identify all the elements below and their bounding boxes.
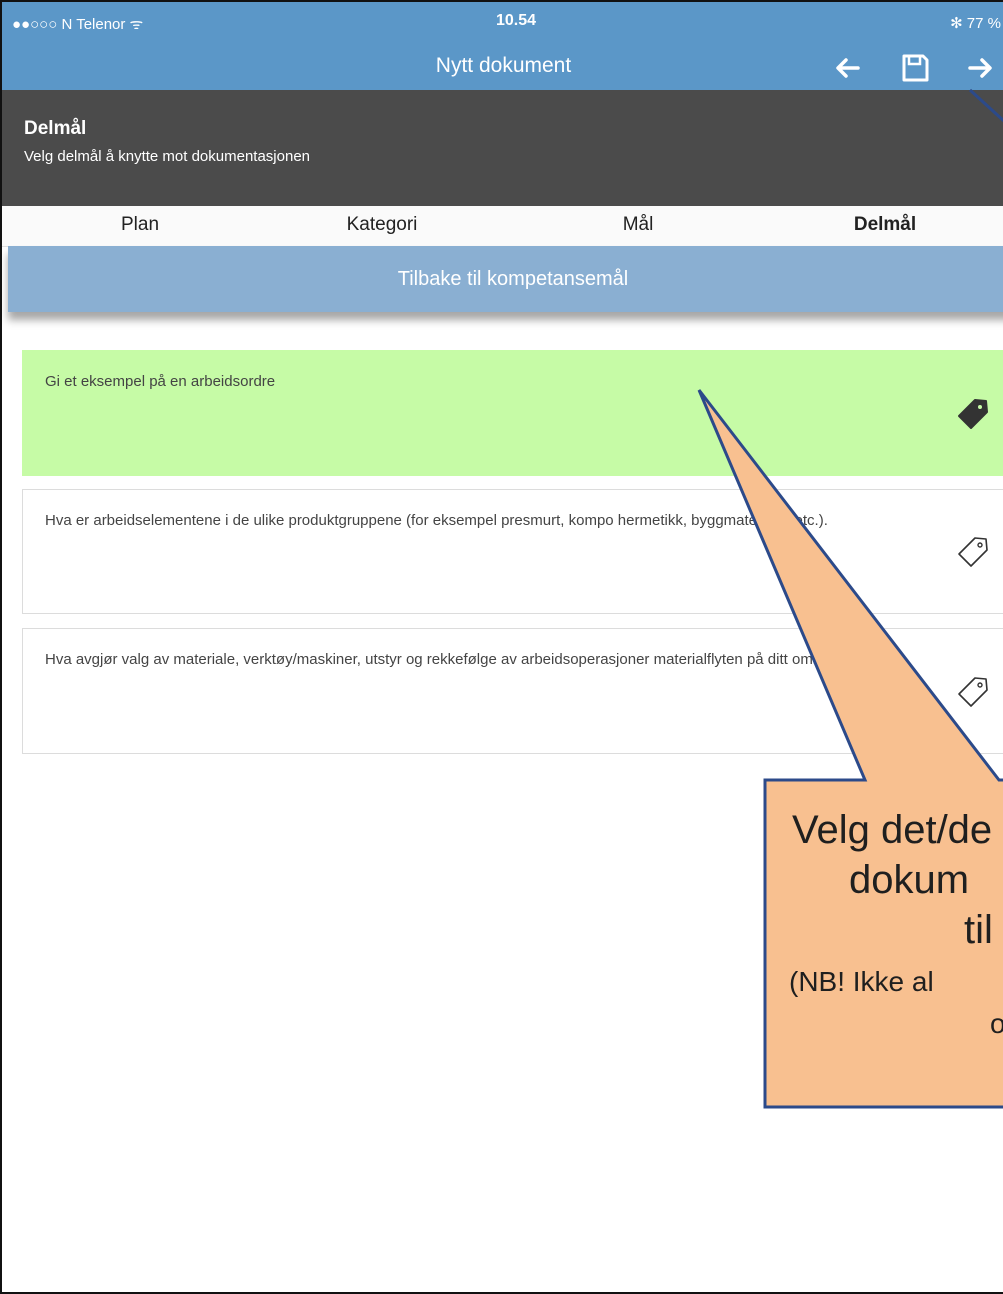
app-frame: ●●○○○ N Telenor ᯤ 10.54 ✻ 77 % Nytt doku… xyxy=(0,0,1003,1294)
carrier-label: ●●○○○ N Telenor ᯤ xyxy=(12,16,144,33)
item-text: Hva avgjør valg av materiale, verktøy/ma… xyxy=(45,651,848,668)
callout-line: o xyxy=(990,1008,1003,1040)
item-text: Hva er arbeidselementene i de ulike prod… xyxy=(45,512,828,529)
save-icon[interactable] xyxy=(899,52,931,84)
tag-filled-icon[interactable] xyxy=(953,394,993,434)
callout-line: dokum xyxy=(849,858,970,902)
tab-kategori[interactable]: Kategori xyxy=(347,214,418,236)
callout-line: til xyxy=(964,908,993,952)
back-to-goals-button[interactable]: Tilbake til kompetansemål xyxy=(8,246,1003,312)
arrow-right-icon[interactable] xyxy=(964,52,996,84)
list-item[interactable]: Hva er arbeidselementene i de ulike prod… xyxy=(22,489,1003,614)
arrow-left-icon[interactable] xyxy=(832,52,864,84)
list-item-selected[interactable]: Gi et eksempel på en arbeidsordre xyxy=(22,350,1003,476)
tab-plan[interactable]: Plan xyxy=(121,214,159,236)
navigation-bar: Nytt dokument xyxy=(2,46,1003,90)
section-header: Delmål Velg delmål å knytte mot dokument… xyxy=(2,90,1003,206)
item-text: Gi et eksempel på en arbeidsordre xyxy=(45,373,276,390)
tab-delmal[interactable]: Delmål xyxy=(854,214,916,236)
tab-mal[interactable]: Mål xyxy=(623,214,654,236)
tag-outline-icon[interactable] xyxy=(953,532,993,572)
tag-outline-icon[interactable] xyxy=(953,672,993,712)
clock: 10.54 xyxy=(496,12,537,29)
callout-line: (NB! Ikke al xyxy=(789,966,934,997)
status-bar: ●●○○○ N Telenor ᯤ 10.54 ✻ 77 % xyxy=(2,2,1003,46)
section-title: Delmål xyxy=(24,118,87,139)
list-item[interactable]: Hva avgjør valg av materiale, verktøy/ma… xyxy=(22,628,1003,754)
step-tabs: Plan Kategori Mål Delmål xyxy=(2,206,1003,247)
callout-line: Velg det/de xyxy=(792,808,993,852)
section-subtitle: Velg delmål å knytte mot dokumentasjonen xyxy=(24,148,311,165)
battery-indicator: ✻ 77 % xyxy=(950,15,1001,32)
